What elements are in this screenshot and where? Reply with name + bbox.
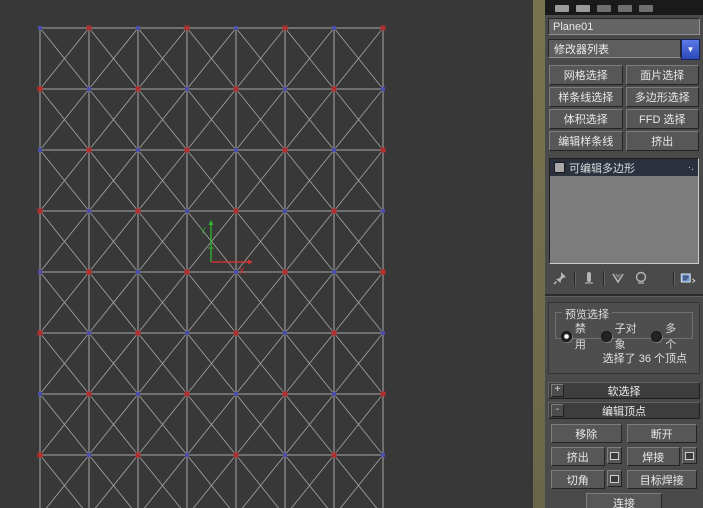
display-tab-icon[interactable]	[639, 5, 653, 12]
object-name-field[interactable]	[548, 18, 700, 35]
editable-poly-icon	[554, 162, 565, 173]
radio-off[interactable]: 禁用	[561, 320, 597, 352]
extrude-settings-button[interactable]	[607, 447, 622, 464]
radio-dot-icon[interactable]	[651, 331, 662, 342]
remove-button[interactable]: 移除	[551, 424, 622, 443]
expand-icon[interactable]: +	[551, 384, 564, 397]
chamfer-button[interactable]: 切角	[551, 470, 605, 489]
toolbar-divider	[673, 271, 674, 286]
rollout-soft-selection-label: 软选择	[608, 383, 641, 399]
patch-select-button[interactable]: 面片选择	[626, 65, 700, 85]
svg-text:Y: Y	[200, 226, 206, 236]
radio-subobject[interactable]: 子对象	[601, 320, 648, 352]
volume-select-button[interactable]: 体积选择	[549, 109, 623, 129]
toolbar-divider	[603, 271, 604, 286]
stack-item-handle: ·.	[688, 164, 694, 172]
modify-tab-icon[interactable]	[576, 5, 590, 12]
collapse-icon[interactable]: -	[551, 404, 564, 417]
mesh-select-button[interactable]: 网格选择	[549, 65, 623, 85]
modifier-list-row: 修改器列表 ▼	[548, 39, 700, 60]
command-panel-tabs[interactable]	[545, 0, 703, 15]
modifier-button-grid: 网格选择 面片选择 样条线选择 多边形选择 体积选择 FFD 选择 编辑样条线 …	[549, 65, 699, 151]
preview-selection-title: 预览选择	[562, 306, 612, 322]
extrude-button[interactable]: 挤出	[551, 447, 605, 466]
weld-button[interactable]: 焊接	[627, 447, 681, 466]
connect-button[interactable]: 连接	[586, 493, 662, 508]
radio-dot-icon[interactable]	[561, 331, 572, 342]
editable-poly-wireframe: XY	[0, 0, 533, 508]
stack-toolbar	[551, 268, 697, 288]
poly-select-button[interactable]: 多边形选择	[626, 87, 700, 107]
motion-tab-icon[interactable]	[618, 5, 632, 12]
create-tab-icon[interactable]	[555, 5, 569, 12]
rollout-soft-selection[interactable]: + 软选择	[548, 382, 700, 399]
target-weld-button[interactable]: 目标焊接	[627, 470, 698, 489]
show-end-result-icon[interactable]	[580, 270, 598, 286]
stack-item-label: 可编辑多边形	[569, 160, 635, 176]
viewport[interactable]: XY	[0, 0, 533, 508]
edit-spline-button[interactable]: 编辑样条线	[549, 131, 623, 151]
chamfer-settings-button[interactable]	[607, 470, 622, 487]
radio-multi[interactable]: 多个	[651, 320, 687, 352]
rollout-edit-vertices-label: 编辑顶点	[602, 403, 646, 419]
selection-rollout-body: 预览选择 禁用 子对象 多个 选择了 36 个顶点	[548, 302, 700, 374]
radio-subobject-label: 子对象	[615, 320, 648, 352]
make-unique-icon[interactable]	[609, 270, 627, 286]
panel-separator	[545, 294, 703, 296]
rollout-edit-vertices[interactable]: - 编辑顶点	[548, 402, 700, 419]
chevron-down-icon[interactable]: ▼	[681, 39, 700, 60]
extrude-modifier-button[interactable]: 挤出	[626, 131, 700, 151]
remove-modifier-icon[interactable]	[632, 270, 650, 286]
modifier-list-label: 修改器列表	[554, 41, 609, 57]
pin-stack-icon[interactable]	[551, 270, 569, 286]
weld-settings-button[interactable]	[682, 447, 697, 464]
edit-vertices-body: 移除 断开 挤出 焊接 切角	[551, 424, 697, 508]
stack-item-editable-poly[interactable]: 可编辑多边形 ·.	[550, 159, 698, 176]
modifier-stack-list[interactable]: 可编辑多边形 ·.	[549, 158, 699, 264]
radio-multi-label: 多个	[665, 320, 687, 352]
object-name-row	[548, 18, 700, 35]
max-window: XY 修改器列表 ▼ 网格选择 面片选择 样条线选择 多边形选择 体积选择	[0, 0, 703, 508]
configure-modifier-sets-icon[interactable]	[679, 270, 697, 286]
spline-select-button[interactable]: 样条线选择	[549, 87, 623, 107]
radio-dot-icon[interactable]	[601, 331, 612, 342]
svg-text:X: X	[239, 266, 245, 276]
radio-off-label: 禁用	[575, 320, 597, 352]
break-button[interactable]: 断开	[627, 424, 698, 443]
modifier-list-dropdown[interactable]: 修改器列表	[548, 39, 681, 58]
ffd-select-button[interactable]: FFD 选择	[626, 109, 700, 129]
command-panel: 修改器列表 ▼ 网格选择 面片选择 样条线选择 多边形选择 体积选择 FFD 选…	[545, 0, 703, 508]
hierarchy-tab-icon[interactable]	[597, 5, 611, 12]
toolbar-divider	[574, 271, 575, 286]
preview-selection-group: 预览选择 禁用 子对象 多个	[555, 312, 693, 339]
